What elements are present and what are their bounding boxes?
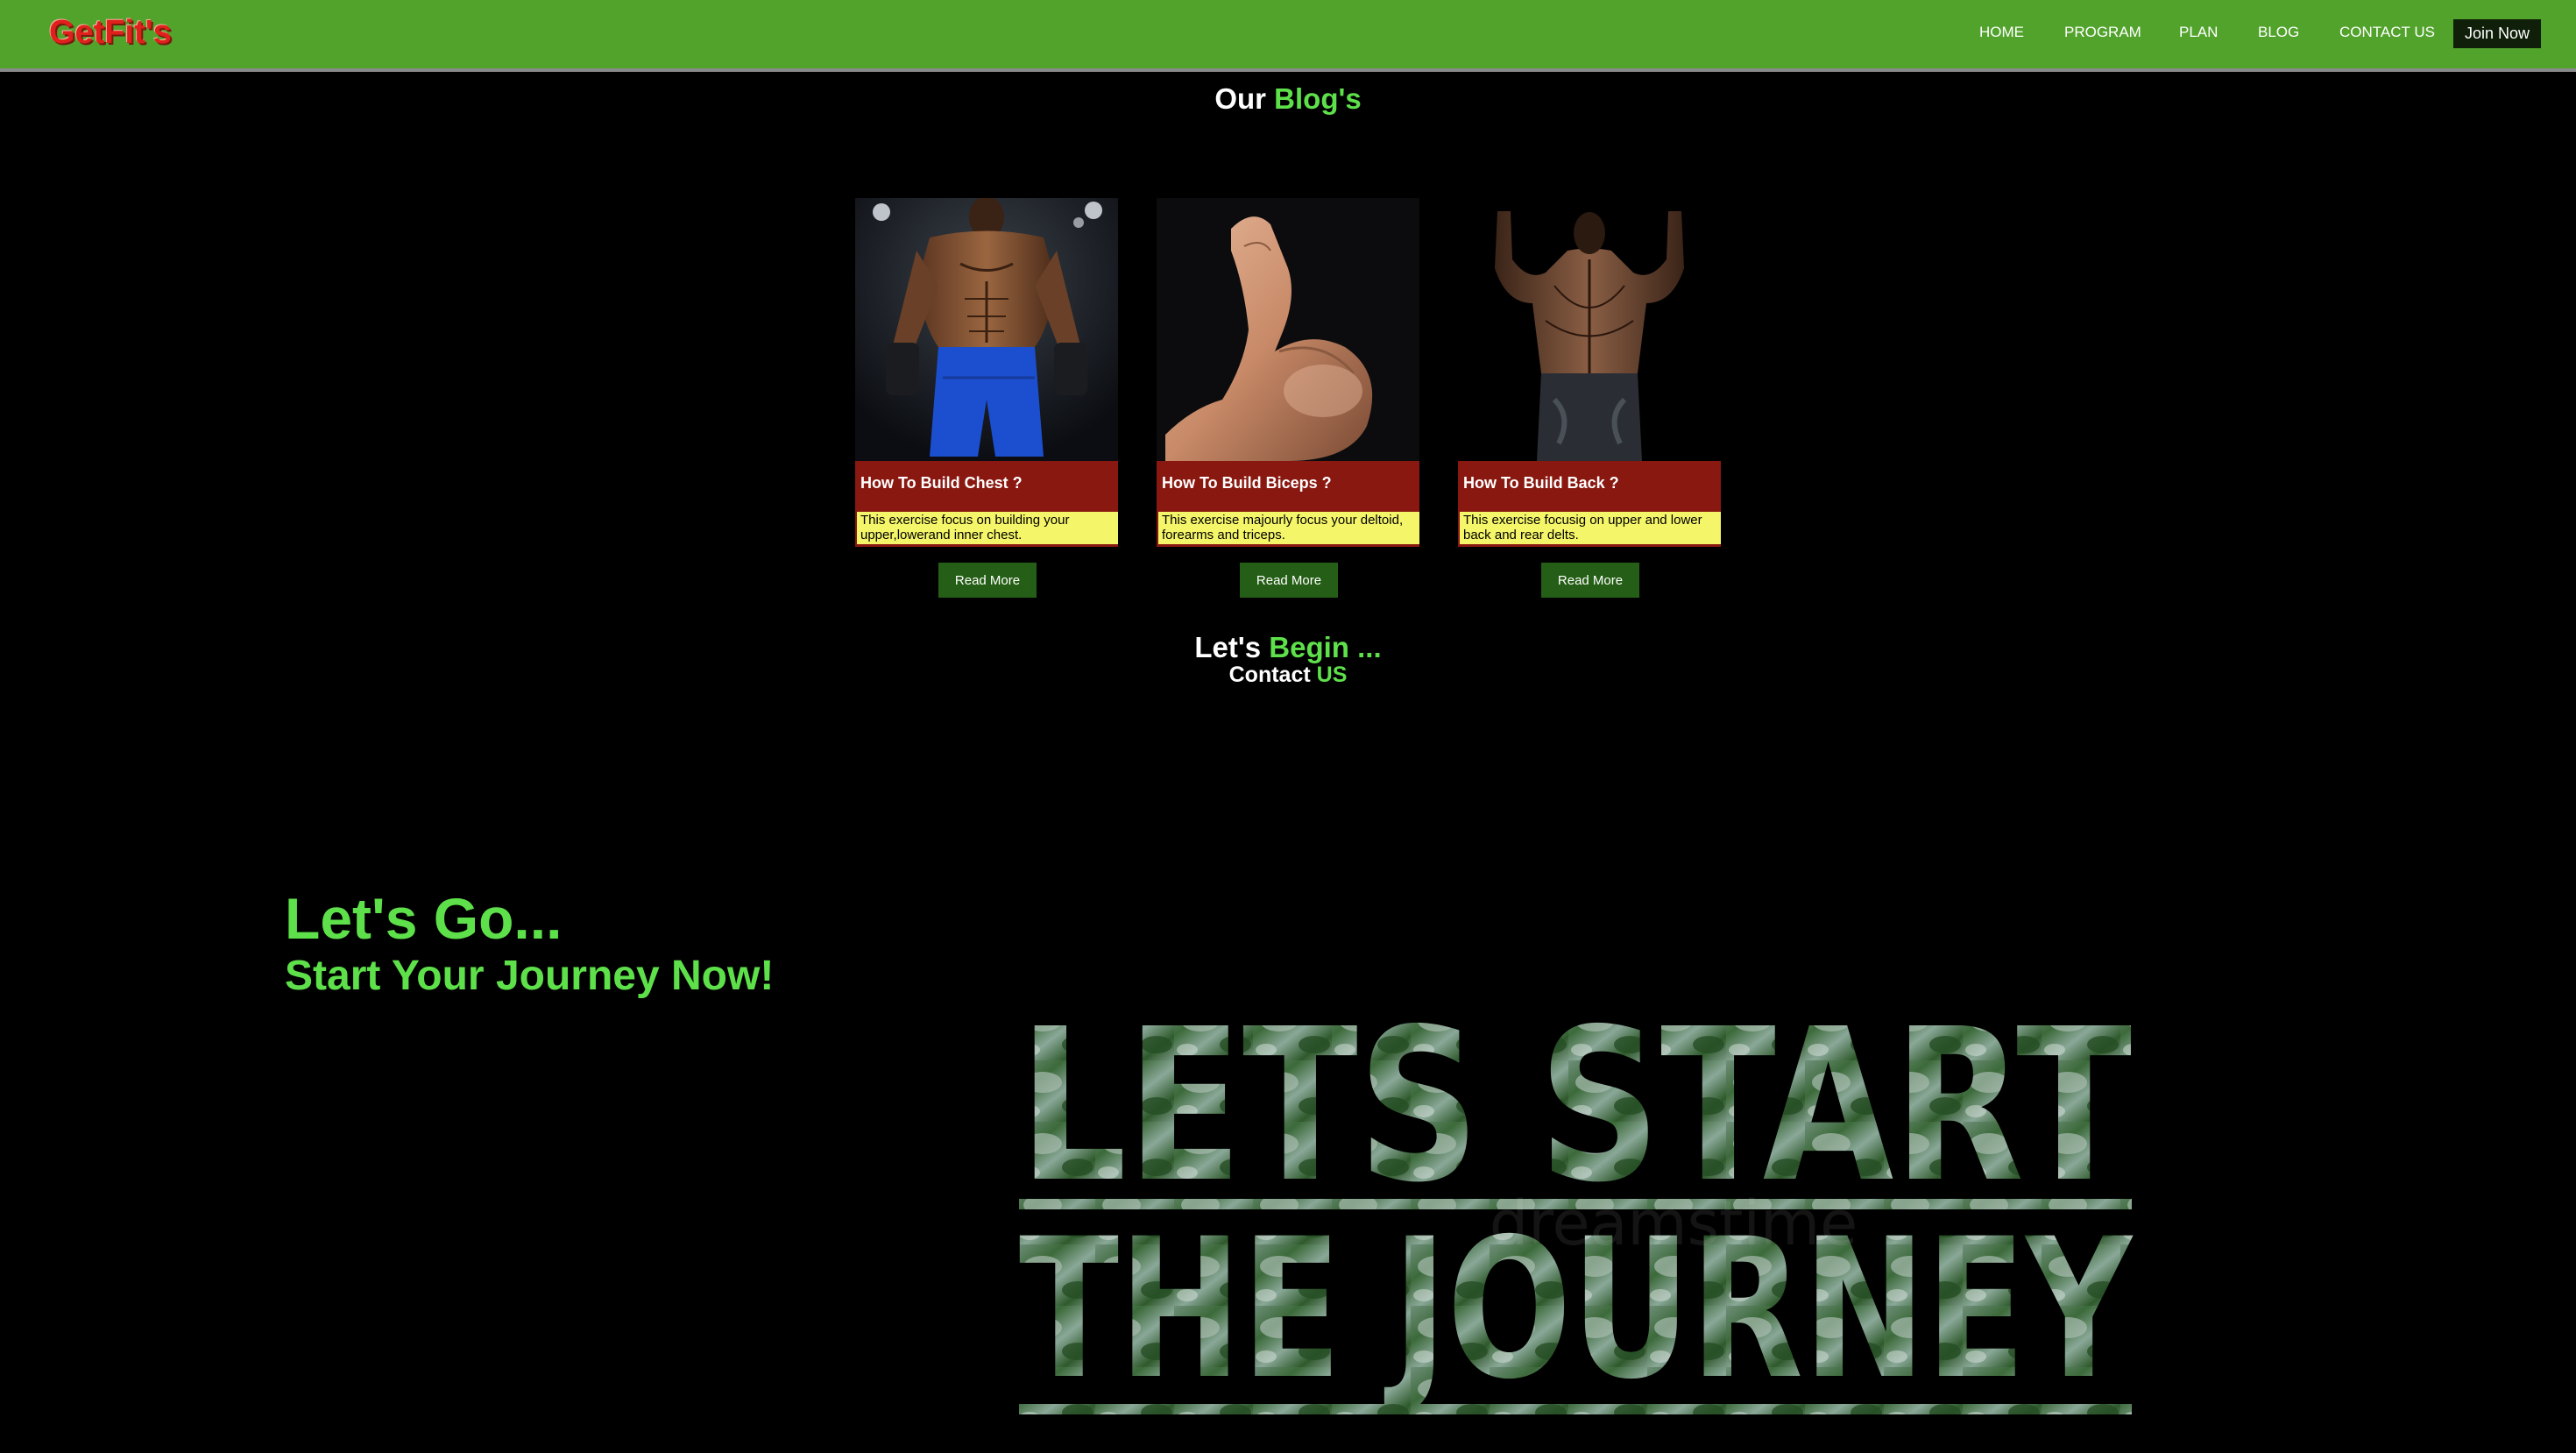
read-more-biceps-button[interactable]: Read More [1240,563,1338,598]
nav-link-plan[interactable]: PLAN [2179,24,2218,41]
nav-link-home[interactable]: HOME [1979,24,2024,41]
blog-heading-white: Our [1214,82,1266,115]
contact-heading: Contact US [0,663,2576,688]
card-title: How To Build Back ? [1463,474,1619,492]
back-muscles-photo [1458,198,1721,461]
nav-link-contact-us[interactable]: CONTACT US [2339,24,2435,41]
hero-title: Let's Go... [285,886,563,951]
blog-card-biceps: How To Build Biceps ? This exercise majo… [1157,198,1419,547]
card-description: This exercise majourly focus your deltoi… [1158,512,1419,544]
read-more-back-button[interactable]: Read More [1541,563,1639,598]
blog-card-chest: How To Build Chest ? This exercise focus… [855,198,1118,547]
chest-workout-photo [855,198,1118,461]
card-description: This exercise focusig on upper and lower… [1460,512,1721,544]
card-title-bar: How To Build Biceps ? This exercise majo… [1157,461,1419,547]
card-description: This exercise focus on building your upp… [857,512,1118,544]
biceps-flex-photo [1157,198,1419,461]
blog-section-heading: Our Blog's [0,82,2576,116]
card-title: How To Build Chest ? [860,474,1023,492]
begin-heading-green: Begin ... [1269,631,1382,663]
card-title-bar: How To Build Back ? This exercise focusi… [1458,461,1721,547]
hero-subtitle: Start Your Journey Now! [285,953,775,999]
contact-heading-white: Contact [1228,663,1311,687]
begin-heading: Let's Begin ... [0,631,2576,664]
blog-heading-green: Blog's [1274,82,1362,115]
top-navbar: GetFit's HOME PROGRAM PLAN BLOG CONTACT … [0,0,2576,72]
begin-heading-white: Let's [1194,631,1262,663]
watermark-text: dreamstime [1490,1187,1858,1259]
read-more-chest-button[interactable]: Read More [938,563,1037,598]
contact-heading-green: US [1316,663,1348,687]
nav-links: HOME PROGRAM PLAN BLOG CONTACT US [0,24,2576,50]
nav-link-program[interactable]: PROGRAM [2064,24,2141,41]
join-now-button[interactable]: Join Now [2453,19,2541,48]
nav-link-blog[interactable]: BLOG [2258,24,2299,41]
journey-banner-image: LETS START THE JOURNEY dreamstime [1016,999,2134,1418]
blog-card-back: How To Build Back ? This exercise focusi… [1458,198,1721,547]
card-title: How To Build Biceps ? [1162,474,1332,492]
card-title-bar: How To Build Chest ? This exercise focus… [855,461,1118,547]
